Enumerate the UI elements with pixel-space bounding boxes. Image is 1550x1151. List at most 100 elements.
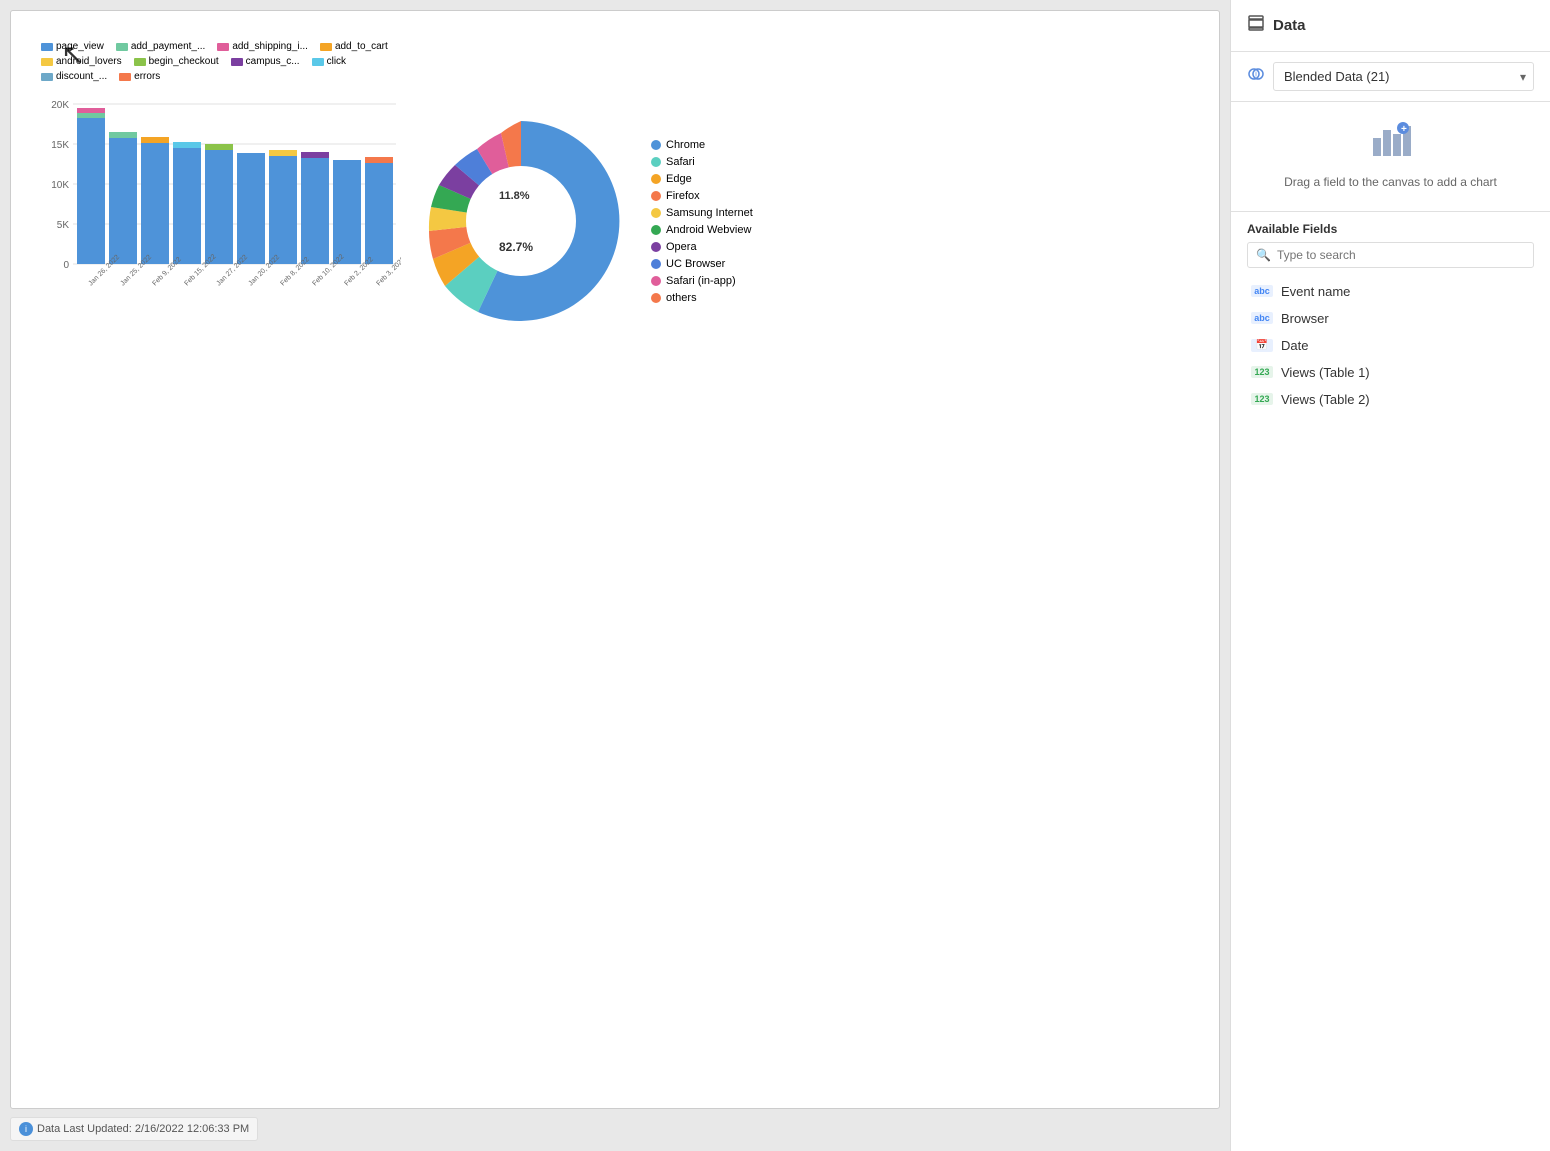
field-badge-views1: 123 [1251,366,1273,378]
pie-dot-chrome [651,140,661,150]
pie-chart-svg: 11.8% 82.7% [411,111,631,331]
pie-dot-samsung [651,208,661,218]
legend-item-android-lovers: android_lovers [41,56,122,67]
pie-label-firefox: Firefox [666,190,700,202]
field-item-views-table1[interactable]: 123 Views (Table 1) [1247,359,1534,386]
data-source-select-wrap[interactable]: Blended Data (21) [1273,62,1534,91]
pie-label-chrome: Chrome [666,139,705,151]
legend-label-add-payment: add_payment_... [131,41,206,52]
blend-icon [1247,65,1265,88]
legend-label-campus: campus_c... [246,56,300,67]
pie-label-opera: Opera [666,241,697,253]
legend-color-errors [119,73,131,81]
pie-label-samsung: Samsung Internet [666,207,753,219]
pie-chart-area: 11.8% 82.7% Chrome Safari Edge [411,71,811,371]
field-item-views-table2[interactable]: 123 Views (Table 2) [1247,386,1534,413]
legend-item-errors: errors [119,71,160,82]
legend-color-begin-checkout [134,58,146,66]
pie-dot-firefox [651,191,661,201]
add-chart-hint: Drag a field to the canvas to add a char… [1284,174,1497,191]
main-area: ↖ page_view add_payment_... add_shipping… [0,0,1230,1151]
pie-legend-edge: Edge [651,173,753,185]
svg-text:15K: 15K [51,140,69,151]
legend-item-add-to-cart: add_to_cart [320,41,388,52]
legend-item-begin-checkout: begin_checkout [134,56,219,67]
svg-text:0: 0 [63,260,69,271]
legend-label-errors: errors [134,71,160,82]
pie-legend-android-webview: Android Webview [651,224,753,236]
pie-legend-samsung: Samsung Internet [651,207,753,219]
legend-color-click [312,58,324,66]
add-chart-area: + Drag a field to the canvas to add a ch… [1231,102,1550,212]
pie-legend-chrome: Chrome [651,139,753,151]
legend-item-discount: discount_... [41,71,107,82]
field-item-event-name[interactable]: abc Event name [1247,278,1534,305]
legend-color-add-payment [116,43,128,51]
status-bar: i Data Last Updated: 2/16/2022 12:06:33 … [10,1117,258,1141]
field-item-browser[interactable]: abc Browser [1247,305,1534,332]
field-badge-date: 📅 [1251,339,1273,352]
pie-legend-safari-inapp: Safari (in-app) [651,275,753,287]
field-badge-views2: 123 [1251,393,1273,405]
legend-color-android-lovers [41,58,53,66]
field-badge-browser: abc [1251,312,1273,324]
legend-color-campus [231,58,243,66]
pie-dot-android-webview [651,225,661,235]
legend-color-add-shipping [217,43,229,51]
bar-chart-legend: page_view add_payment_... add_shipping_i… [41,41,421,82]
legend-label-discount: discount_... [56,71,107,82]
legend-item-page-view: page_view [41,41,104,52]
search-input[interactable] [1277,248,1525,262]
database-icon [1247,14,1265,37]
available-fields-title: Available Fields [1247,212,1534,242]
legend-color-add-to-cart [320,43,332,51]
legend-label-begin-checkout: begin_checkout [149,56,219,67]
pie-label-others: others [666,292,697,304]
legend-label-click: click [327,56,346,67]
sidebar: Data Blended Data (21) + [1230,0,1550,1151]
available-fields-section: Available Fields 🔍 abc Event name abc Br… [1231,212,1550,1151]
legend-item-campus: campus_c... [231,56,300,67]
field-item-date[interactable]: 📅 Date [1247,332,1534,359]
pie-chart-legend: Chrome Safari Edge Firefox [651,139,753,304]
field-label-views2: Views (Table 2) [1281,392,1370,407]
bar-chart-svg: 20K 15K 10K 5K 0 [41,88,401,338]
field-label-browser: Browser [1281,311,1329,326]
legend-color-page-view [41,43,53,51]
legend-label-add-shipping: add_shipping_i... [232,41,308,52]
svg-text:11.8%: 11.8% [499,190,530,202]
pie-label-uc-browser: UC Browser [666,258,725,270]
pie-dot-edge [651,174,661,184]
pie-legend-opera: Opera [651,241,753,253]
pie-legend-uc-browser: UC Browser [651,258,753,270]
svg-text:+: + [1401,124,1407,135]
search-box[interactable]: 🔍 [1247,242,1534,268]
pie-dot-safari [651,157,661,167]
field-label-date: Date [1281,338,1308,353]
pie-legend-others: others [651,292,753,304]
info-icon: i [19,1122,33,1136]
legend-color-discount [41,73,53,81]
svg-text:10K: 10K [51,180,69,191]
add-chart-icon: + [1371,122,1411,166]
legend-label-add-to-cart: add_to_cart [335,41,388,52]
pie-dot-uc-browser [651,259,661,269]
legend-label-page-view: page_view [56,41,104,52]
data-source-select[interactable]: Blended Data (21) [1273,62,1534,91]
pie-legend-safari: Safari [651,156,753,168]
legend-item-add-shipping: add_shipping_i... [217,41,308,52]
bar-chart-area: page_view add_payment_... add_shipping_i… [41,41,421,341]
svg-text:5K: 5K [57,220,70,231]
pie-label-android-webview: Android Webview [666,224,751,236]
canvas-inner: ↖ page_view add_payment_... add_shipping… [11,11,1219,1108]
pie-label-edge: Edge [666,173,692,185]
sidebar-title: Data [1273,17,1306,34]
sidebar-header: Data [1231,0,1550,52]
pie-dot-safari-inapp [651,276,661,286]
canvas-container[interactable]: ↖ page_view add_payment_... add_shipping… [10,10,1220,1109]
svg-text:20K: 20K [51,100,69,111]
pie-label-safari-inapp: Safari (in-app) [666,275,736,287]
data-source-row: Blended Data (21) [1231,52,1550,102]
legend-item-add-payment: add_payment_... [116,41,206,52]
field-label-views1: Views (Table 1) [1281,365,1370,380]
